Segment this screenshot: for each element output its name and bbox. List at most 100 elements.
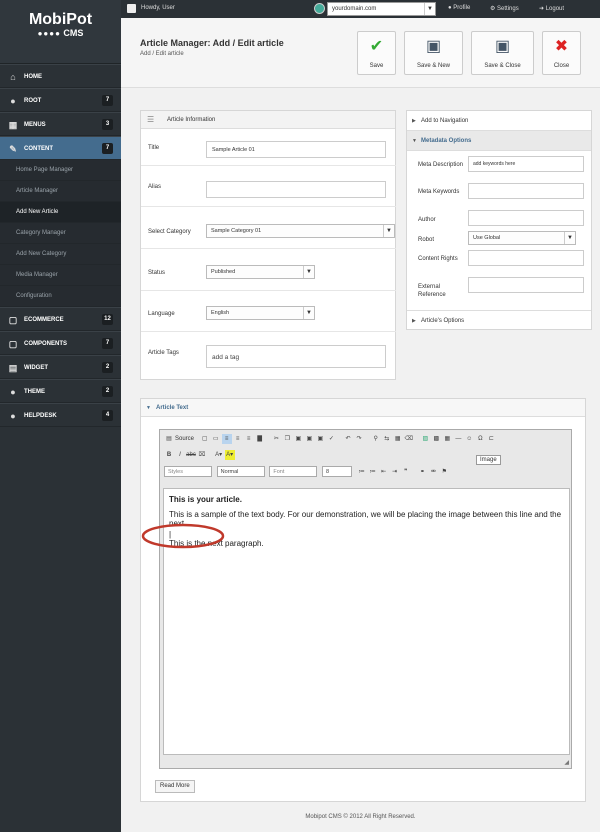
text-color-icon[interactable]: A▾: [214, 450, 224, 460]
replace-icon[interactable]: ⇆: [382, 434, 392, 444]
format-select[interactable]: Normal: [216, 466, 265, 477]
floppy-plus-icon: ▣: [425, 38, 442, 55]
table-icon[interactable]: ▦: [442, 434, 452, 444]
source-button[interactable]: Source: [175, 436, 194, 442]
styles-value: Styles: [168, 469, 183, 475]
sidebar-item-label: HELPDESK: [24, 413, 57, 419]
save-button[interactable]: ✔ Save: [357, 31, 396, 75]
find-icon[interactable]: ⚲: [371, 434, 381, 444]
profile-link[interactable]: ● Profile: [448, 5, 470, 11]
link-icon[interactable]: ⚭: [417, 467, 427, 477]
anchor-icon[interactable]: ⚑: [439, 467, 449, 477]
category-select[interactable]: Sample Category 01 ▼: [206, 224, 395, 238]
redo-icon[interactable]: ↷: [354, 434, 364, 444]
preview-icon[interactable]: ▭: [211, 434, 221, 444]
align-left-icon[interactable]: ≡: [221, 434, 232, 444]
status-select[interactable]: Published ▼: [206, 265, 315, 279]
cut-icon[interactable]: ✂: [271, 434, 281, 444]
undo-icon[interactable]: ↶: [343, 434, 353, 444]
paste-icon[interactable]: ▣: [293, 434, 303, 444]
sidebar-item-content[interactable]: ✎ CONTENT 7: [0, 136, 121, 160]
settings-link[interactable]: ⚙ Settings: [490, 5, 519, 12]
eraser-icon[interactable]: ⌧: [197, 450, 207, 460]
metadata-toggle[interactable]: ▼ Metadata Options: [407, 131, 591, 151]
sidebar-item-theme[interactable]: ● THEME 2: [0, 379, 121, 403]
unlink-icon[interactable]: ⚮: [428, 467, 438, 477]
special-char-icon[interactable]: Ω: [475, 434, 485, 444]
logout-link[interactable]: ➜ Logout: [539, 5, 564, 12]
sidebar-item-ecommerce[interactable]: ▢ ECOMMERCE 12: [0, 307, 121, 331]
sidebar-item-components[interactable]: ▢ COMPONENTS 7: [0, 331, 121, 355]
text-cursor: |: [169, 530, 172, 539]
sidebar-item-label: ECOMMERCE: [24, 317, 64, 323]
image-icon[interactable]: ▨: [420, 434, 430, 444]
author-input[interactable]: [468, 210, 584, 226]
sidebar-subitem[interactable]: Add New Article: [0, 202, 121, 223]
sidebar-subitem[interactable]: Article Manager: [0, 181, 121, 202]
save-new-button[interactable]: ▣ Save & New: [404, 31, 463, 75]
sidebar-item-home[interactable]: ⌂ HOME: [0, 64, 121, 88]
meta-keywords-input[interactable]: [468, 183, 584, 199]
blockquote-icon[interactable]: ❞: [401, 467, 411, 477]
external-reference-input[interactable]: [468, 277, 584, 293]
sidebar-subitem[interactable]: Add New Category: [0, 244, 121, 265]
domain-select[interactable]: yourdomain.com ▼: [327, 2, 436, 16]
new-page-icon[interactable]: ▢: [200, 434, 210, 444]
sidebar-subitem[interactable]: Category Manager: [0, 223, 121, 244]
close-button[interactable]: ✖ Close: [542, 31, 581, 75]
sidebar-item-helpdesk[interactable]: ● HELPDESK 4: [0, 403, 121, 427]
justify-icon[interactable]: ▇: [255, 434, 265, 444]
menu-icon: ☰: [147, 115, 155, 124]
strike-icon[interactable]: abc: [186, 450, 196, 460]
spellcheck-icon[interactable]: ✓: [326, 434, 336, 444]
remove-format-icon[interactable]: ⌫: [404, 434, 414, 444]
sidebar-item-label: MENUS: [24, 122, 46, 128]
italic-icon[interactable]: I: [175, 450, 185, 460]
bullet-list-icon[interactable]: ≔: [368, 467, 378, 477]
font-select[interactable]: Font: [269, 466, 318, 477]
meta-description-input[interactable]: add keywords here: [468, 156, 584, 172]
title-input[interactable]: Sample Article 01: [206, 141, 386, 158]
meta-keywords-label: Meta Keywords: [418, 189, 460, 195]
sidebar-item-root[interactable]: ● ROOT 7: [0, 88, 121, 112]
sidebar-item-widget[interactable]: ▤ WIDGET 2: [0, 355, 121, 379]
rich-text-editor: ▤ Source ▢ ▭ ≡ ≡ ≡ ▇ ✂ ❐ ▣ ▣ ▣ ✓ ↶ ↷ ⚲ ⇆ ▦ ⌫ ▨ ▩ ▦ — ☺ Ω ⊏ BI…: [159, 429, 572, 769]
numbered-list-icon[interactable]: ≔: [357, 467, 367, 477]
sidebar-item-menus[interactable]: ▦ MENUS 3: [0, 112, 121, 136]
alias-input[interactable]: [206, 181, 386, 198]
paste-text-icon[interactable]: ▣: [304, 434, 314, 444]
styles-select[interactable]: Styles: [164, 466, 212, 477]
iframe-icon[interactable]: ⊏: [486, 434, 496, 444]
tags-input[interactable]: add a tag: [206, 345, 386, 368]
source-icon[interactable]: ▤: [164, 434, 174, 444]
save-close-button[interactable]: ▣ Save & Close: [471, 31, 534, 75]
globe-icon: [314, 3, 325, 14]
hr-icon[interactable]: —: [453, 434, 463, 444]
add-navigation-toggle[interactable]: ▶ Add to Navigation: [407, 111, 591, 131]
sidebar-subitem[interactable]: Configuration: [0, 286, 121, 307]
size-select[interactable]: 8: [322, 466, 353, 477]
sidebar-subitem[interactable]: Home Page Manager: [0, 160, 121, 181]
resize-grip-icon[interactable]: ◢: [564, 759, 569, 766]
flash-icon[interactable]: ▩: [431, 434, 441, 444]
bg-color-icon[interactable]: A▾: [224, 450, 235, 460]
outdent-icon[interactable]: ⇤: [379, 467, 389, 477]
breadcrumb[interactable]: Add / Edit article: [140, 51, 184, 57]
article-options-toggle[interactable]: ▶ Article's Options: [407, 310, 591, 330]
paste-word-icon[interactable]: ▣: [315, 434, 325, 444]
align-right-icon[interactable]: ≡: [244, 434, 254, 444]
smiley-icon[interactable]: ☺: [464, 434, 474, 444]
content-rights-input[interactable]: [468, 250, 584, 266]
article-text-header[interactable]: ▼ Article Text: [141, 399, 585, 417]
language-select[interactable]: English ▼: [206, 306, 315, 320]
indent-icon[interactable]: ⇥: [390, 467, 400, 477]
copy-icon[interactable]: ❐: [282, 434, 292, 444]
bold-icon[interactable]: B: [164, 450, 174, 460]
sidebar-item-label: WIDGET: [24, 365, 48, 371]
align-center-icon[interactable]: ≡: [233, 434, 243, 444]
robot-select[interactable]: Use Global ▼: [468, 231, 576, 245]
select-all-icon[interactable]: ▦: [393, 434, 403, 444]
sidebar-subitem[interactable]: Media Manager: [0, 265, 121, 286]
read-more-button[interactable]: Read More: [155, 780, 195, 793]
user-avatar-icon: [127, 4, 136, 13]
